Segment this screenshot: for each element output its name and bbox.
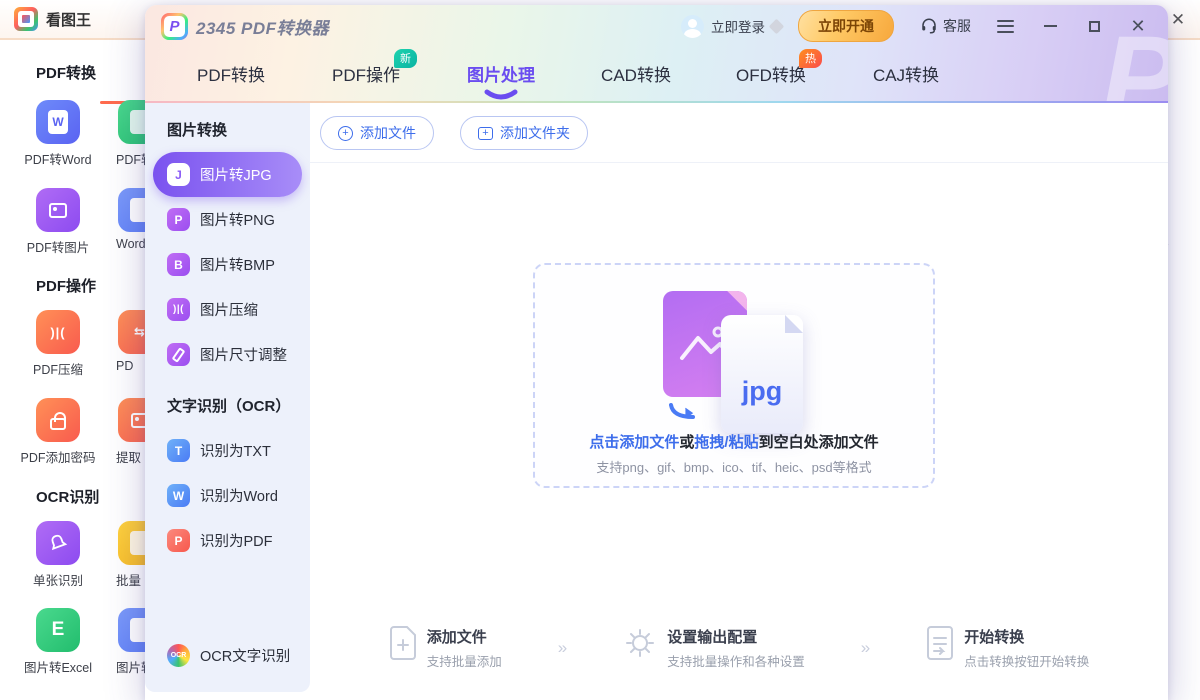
word-icon: W [167, 484, 190, 507]
step-add-file: 添加文件 支持批量添加 [389, 626, 502, 670]
sidebar-item-image-compress[interactable]: )|( 图片压缩 [153, 287, 302, 332]
lock-icon [50, 418, 66, 430]
step-start-convert: 开始转换 点击转换按钮开始转换 [926, 626, 1089, 670]
login-link[interactable]: 立即登录 [711, 16, 765, 36]
step-output-config: 设置输出配置 支持批量操作和各种设置 [623, 626, 805, 670]
sidebar-item-image-resize[interactable]: 图片尺寸调整 [153, 332, 302, 377]
dropzone-illustration: jpg [535, 265, 933, 425]
jpg-icon: J [167, 163, 190, 186]
hot-badge: 热 [799, 49, 822, 68]
dialog-sidebar: 图片转换 J 图片转JPG P 图片转PNG B 图片转BMP )|( 图片压缩… [145, 103, 310, 692]
app-logo-icon: P [161, 13, 188, 40]
txt-icon: T [167, 439, 190, 462]
dropzone-title: 点击添加文件或拖拽/粘贴到空白处添加文件 [535, 431, 933, 452]
convert-arrow-icon [667, 403, 707, 429]
tile-single-ocr[interactable] [36, 521, 80, 565]
bgapp-section-ocr: OCR识别 [36, 486, 99, 507]
headset-icon [920, 17, 938, 35]
titlebar-right: 立即登录 立即开通 客服 ✕ [681, 10, 1152, 42]
sidebar-section-ocr: 文字识别（OCR） [145, 395, 310, 416]
steps-guide: 添加文件 支持批量添加 » 设置输出配置 支持批量操作和各种设置 [310, 626, 1168, 670]
ocr-rainbow-icon: OCR [167, 644, 190, 667]
dialog-body: 图片转换 J 图片转JPG P 图片转PNG B 图片转BMP )|( 图片压缩… [145, 103, 1168, 700]
tile-label: PDF转图片 [8, 237, 108, 256]
tile-pdf-compress[interactable]: )|( [36, 310, 80, 354]
tab-image-processing[interactable]: 图片处理 [466, 61, 536, 101]
photo-icon [49, 203, 67, 218]
png-icon: P [167, 208, 190, 231]
add-file-button[interactable]: 添加文件 [320, 116, 434, 150]
tile-label: 单张识别 [8, 570, 108, 589]
sidebar-item-ocr-txt[interactable]: T 识别为TXT [153, 428, 302, 473]
bgapp-close-icon[interactable]: ✕ [1166, 8, 1190, 32]
menu-icon[interactable] [997, 20, 1014, 33]
vip-diamond-icon [769, 18, 785, 34]
chevron-right-icon: » [558, 638, 567, 658]
maximize-button[interactable] [1086, 18, 1102, 34]
add-folder-button[interactable]: 添加文件夹 [460, 116, 588, 150]
pdf-converter-window: P P 2345 PDF转换器 立即登录 立即开通 客服 [145, 5, 1168, 700]
jpg-file-icon: jpg [721, 315, 803, 433]
toolbar: 添加文件 添加文件夹 [310, 103, 1168, 163]
excel-letter-icon: E [52, 619, 65, 641]
tile-image-to-excel[interactable]: E [36, 608, 80, 652]
tile-pdf-password[interactable] [36, 398, 80, 442]
folder-plus-icon [478, 127, 493, 140]
compress-icon: )|( [167, 298, 190, 321]
sidebar-item-image-to-png[interactable]: P 图片转PNG [153, 197, 302, 242]
sidebar-section-image-convert: 图片转换 [145, 119, 310, 140]
tab-bar: PDF转换 PDF操作新 图片处理 CAD转换 OFD转换热 CAJ转换 [145, 47, 1168, 101]
sidebar-item-ocr-pdf[interactable]: P 识别为PDF [153, 518, 302, 563]
file-dropzone[interactable]: jpg 点击添加文件或拖拽/粘贴到空白处添加文件 支持png、gif、bmp、i… [533, 263, 935, 488]
avatar[interactable] [681, 15, 704, 38]
bgapp-section-pdf-ops: PDF操作 [36, 275, 96, 296]
bmp-icon: B [167, 253, 190, 276]
tab-pdf-ops[interactable]: PDF操作新 [331, 61, 401, 86]
tile-pdf-to-word[interactable]: W [36, 100, 80, 144]
tile-label: PDF添加密码 [8, 447, 108, 466]
sidebar-item-image-to-jpg[interactable]: J 图片转JPG [153, 152, 302, 197]
app-title: 2345 PDF转换器 [196, 14, 329, 39]
titlebar: P 2345 PDF转换器 立即登录 立即开通 客服 [145, 5, 1168, 47]
gear-icon [623, 626, 657, 660]
active-tab-smile-underline [483, 89, 519, 101]
pdf-icon: P [167, 529, 190, 552]
sidebar-item-ocr-text-recognition[interactable]: OCR OCR文字识别 [153, 633, 302, 678]
tile-label: 图片转Excel [8, 657, 108, 676]
dialog-header: P P 2345 PDF转换器 立即登录 立即开通 客服 [145, 5, 1168, 103]
compress-icon: )|( [50, 325, 65, 340]
kantuwang-logo-icon [14, 7, 38, 31]
circle-plus-icon [338, 126, 353, 141]
upgrade-button[interactable]: 立即开通 [798, 10, 894, 42]
tile-pdf-to-image[interactable] [36, 188, 80, 232]
sidebar-item-image-to-bmp[interactable]: B 图片转BMP [153, 242, 302, 287]
sidebar-item-ocr-word[interactable]: W 识别为Word [153, 473, 302, 518]
bgapp-section-pdf-convert: PDF转换 [36, 62, 96, 83]
dropzone-supported-formats: 支持png、gif、bmp、ico、tif、heic、psd等格式 [535, 457, 933, 476]
doc-plus-icon [389, 626, 417, 660]
new-badge: 新 [394, 49, 417, 68]
tab-pdf-convert[interactable]: PDF转换 [196, 61, 266, 86]
tab-ofd-convert[interactable]: OFD转换热 [736, 61, 806, 86]
tab-cad-convert[interactable]: CAD转换 [601, 61, 671, 86]
ruler-icon [167, 343, 190, 366]
tile-label: PDF压缩 [8, 359, 108, 378]
bgapp-title: 看图王 [46, 9, 91, 30]
bell-icon [47, 532, 69, 554]
chevron-right-icon: » [861, 638, 870, 658]
tab-caj-convert[interactable]: CAJ转换 [871, 61, 941, 86]
tile-label: PDF转Word [8, 149, 108, 168]
jpg-label: jpg [742, 378, 783, 405]
word-doc-icon: W [48, 110, 68, 134]
main-content: 添加文件 添加文件夹 jpg [310, 103, 1168, 700]
doc-convert-icon [926, 626, 954, 660]
customer-service-button[interactable]: 客服 [920, 16, 971, 36]
close-button[interactable]: ✕ [1130, 18, 1146, 34]
minimize-button[interactable] [1042, 18, 1058, 34]
